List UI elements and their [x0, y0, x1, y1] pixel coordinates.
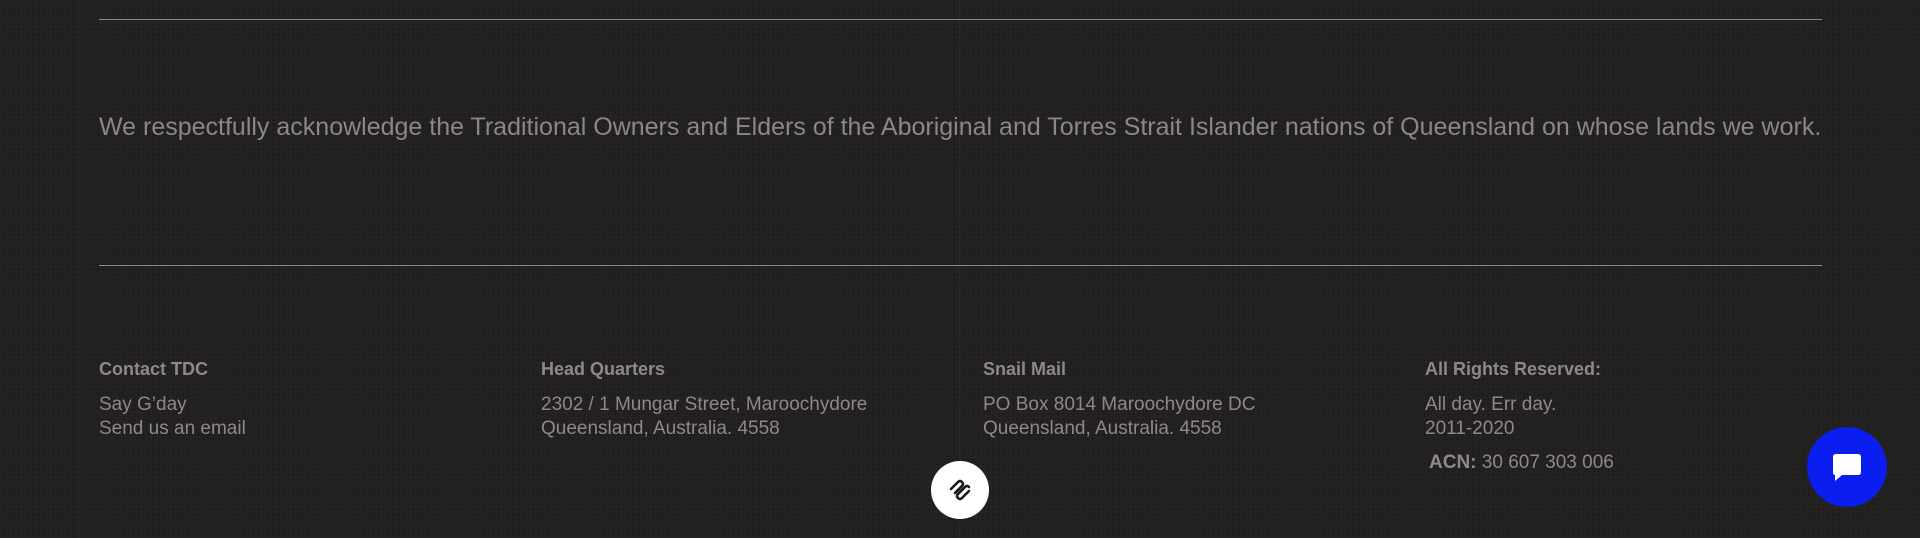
- snail-mail-line1: PO Box 8014 Maroochydore DC: [983, 394, 1256, 415]
- acn-info: ACN: 30 607 303 006: [1425, 451, 1825, 475]
- squarespace-logo-icon: [949, 479, 971, 501]
- rights-line2: 2011-2020: [1425, 418, 1515, 439]
- squarespace-badge-button[interactable]: [931, 461, 989, 519]
- contact-column: Contact TDC Say G’day Send us an email: [99, 357, 499, 441]
- chat-bubble-icon: [1833, 454, 1861, 481]
- contact-heading: Contact TDC: [99, 359, 208, 379]
- snail-mail-column: Snail Mail PO Box 8014 Maroochydore DC Q…: [983, 357, 1383, 441]
- headquarters-heading: Head Quarters: [541, 359, 666, 379]
- snail-mail-heading: Snail Mail: [983, 359, 1067, 379]
- acn-label: ACN:: [1429, 452, 1477, 473]
- snail-mail-line2: Queensland, Australia. 4558: [983, 418, 1222, 439]
- rights-line1: All day. Err day.: [1425, 394, 1557, 415]
- rights-heading: All Rights Reserved:: [1425, 359, 1602, 379]
- say-gday-text: Say G’day: [99, 394, 187, 415]
- headquarters-address-line2: Queensland, Australia. 4558: [541, 418, 780, 439]
- email-link[interactable]: Send us an email: [99, 417, 499, 441]
- rights-column: All Rights Reserved: All day. Err day. 2…: [1425, 357, 1825, 475]
- guide-line-left: [78, 0, 79, 538]
- top-divider: [99, 19, 1822, 20]
- chat-button[interactable]: [1807, 427, 1887, 507]
- headquarters-column: Head Quarters 2302 / 1 Mungar Street, Ma…: [541, 357, 941, 441]
- acn-value: 30 607 303 006: [1476, 452, 1614, 473]
- guide-line-center: [959, 0, 960, 538]
- footer-divider: [99, 265, 1822, 266]
- acknowledgement-text: We respectfully acknowledge the Traditio…: [99, 113, 1822, 141]
- headquarters-address-line1: 2302 / 1 Mungar Street, Maroochydore: [541, 394, 868, 415]
